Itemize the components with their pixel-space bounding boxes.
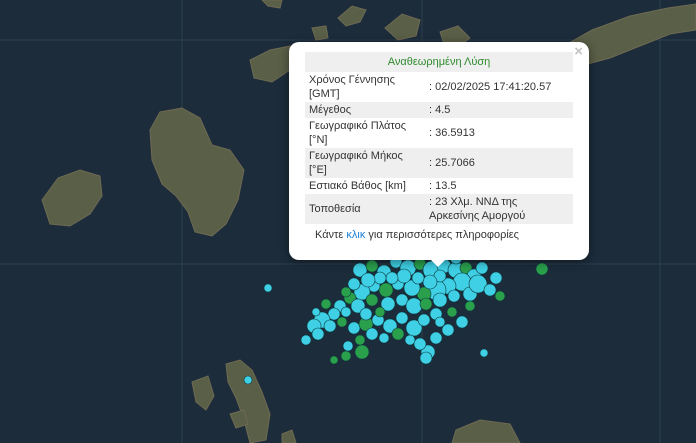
more-info-link[interactable]: κλικ (346, 229, 365, 241)
earthquake-marker[interactable] (441, 323, 455, 337)
label-origin-time: Χρόνος Γέννησης [GMT] (309, 74, 395, 100)
earthquake-marker[interactable] (347, 321, 361, 335)
earthquake-marker[interactable] (311, 327, 325, 341)
earthquake-marker[interactable] (464, 300, 476, 312)
earthquake-marker[interactable] (405, 297, 423, 315)
earthquake-marker[interactable] (411, 271, 425, 285)
value-origin-time: : 02/02/2025 17:41:20.57 (429, 81, 552, 93)
earthquake-marker[interactable] (347, 277, 361, 291)
earthquake-marker[interactable] (422, 274, 438, 290)
value-magnitude: : 4.5 (425, 102, 573, 118)
earthquake-marker[interactable] (396, 268, 412, 284)
earthquake-marker[interactable] (263, 283, 273, 293)
value-latitude: : 36.5913 (429, 127, 475, 139)
earthquake-marker[interactable] (489, 271, 503, 285)
earthquake-marker[interactable] (342, 340, 354, 352)
info-popup: × Αναθεωρημένη Λύση Χρόνος Γέννησης [GMT… (289, 42, 589, 260)
earthquake-marker[interactable] (323, 319, 337, 333)
value-depth: : 13.5 (429, 180, 457, 192)
close-icon[interactable]: × (574, 44, 583, 60)
earthquake-marker[interactable] (419, 297, 433, 311)
label-depth: Εστιακό Βάθος [km] (309, 180, 406, 192)
label-latitude: Γεωγραφικό Πλάτος [°N] (309, 120, 407, 146)
earthquake-marker[interactable] (434, 316, 446, 328)
earthquake-marker[interactable] (404, 334, 416, 346)
footer-suffix: για περισσότερες πληροφορίες (365, 229, 519, 241)
earthquake-marker[interactable] (419, 351, 433, 365)
earthquake-marker[interactable] (535, 262, 549, 276)
label-longitude: Γεωγραφικό Μήκος [°E] (305, 148, 425, 178)
earthquake-marker[interactable] (395, 311, 409, 325)
earthquake-marker[interactable] (340, 306, 352, 318)
popup-table: Αναθεωρημένη Λύση Χρόνος Γέννησης [GMT]:… (305, 52, 573, 224)
earthquake-marker[interactable] (340, 350, 352, 362)
earthquake-marker[interactable] (374, 306, 386, 318)
footer-prefix: Κάντε (315, 229, 347, 241)
earthquake-marker[interactable] (432, 292, 448, 308)
earthquake-marker[interactable] (378, 282, 394, 298)
value-location: : 23 Χλμ. ΝΝΔ της Αρκεσίνης Αμοργού (425, 194, 573, 224)
earthquake-marker[interactable] (359, 307, 373, 321)
label-magnitude: Μέγεθος (305, 102, 425, 118)
earthquake-marker[interactable] (475, 261, 489, 275)
earthquake-marker[interactable] (300, 334, 312, 346)
earthquake-marker[interactable] (446, 306, 458, 318)
earthquake-marker[interactable] (329, 355, 339, 365)
popup-title: Αναθεωρημένη Λύση (305, 52, 573, 72)
earthquake-marker[interactable] (455, 315, 469, 329)
value-longitude: : 25.7066 (425, 148, 573, 178)
earthquake-marker[interactable] (378, 332, 390, 344)
earthquake-marker[interactable] (429, 331, 443, 345)
earthquake-marker[interactable] (354, 334, 366, 346)
earthquake-marker[interactable] (311, 307, 321, 317)
earthquake-marker[interactable] (479, 348, 489, 358)
earthquake-marker[interactable] (320, 298, 332, 310)
label-location: Τοποθεσία (305, 194, 425, 224)
earthquake-marker[interactable] (373, 271, 387, 285)
earthquake-marker[interactable] (360, 272, 376, 288)
earthquake-marker[interactable] (354, 344, 370, 360)
earthquake-marker[interactable] (413, 337, 427, 351)
earthquake-marker[interactable] (447, 289, 461, 303)
earthquake-marker[interactable] (336, 316, 348, 328)
earthquake-marker[interactable] (494, 290, 506, 302)
popup-footer: Κάντε κλικ για περισσότερες πληροφορίες (305, 229, 573, 241)
earthquake-marker[interactable] (385, 271, 399, 285)
earthquake-marker[interactable] (365, 327, 379, 341)
earthquake-marker[interactable] (417, 313, 431, 327)
earthquake-marker[interactable] (483, 283, 497, 297)
popup-tip (429, 258, 447, 267)
earthquake-marker[interactable] (243, 375, 253, 385)
earthquake-marker[interactable] (365, 259, 379, 273)
earthquake-marker[interactable] (340, 286, 352, 298)
earthquake-marker[interactable] (391, 327, 405, 341)
earthquake-marker[interactable] (365, 293, 379, 307)
